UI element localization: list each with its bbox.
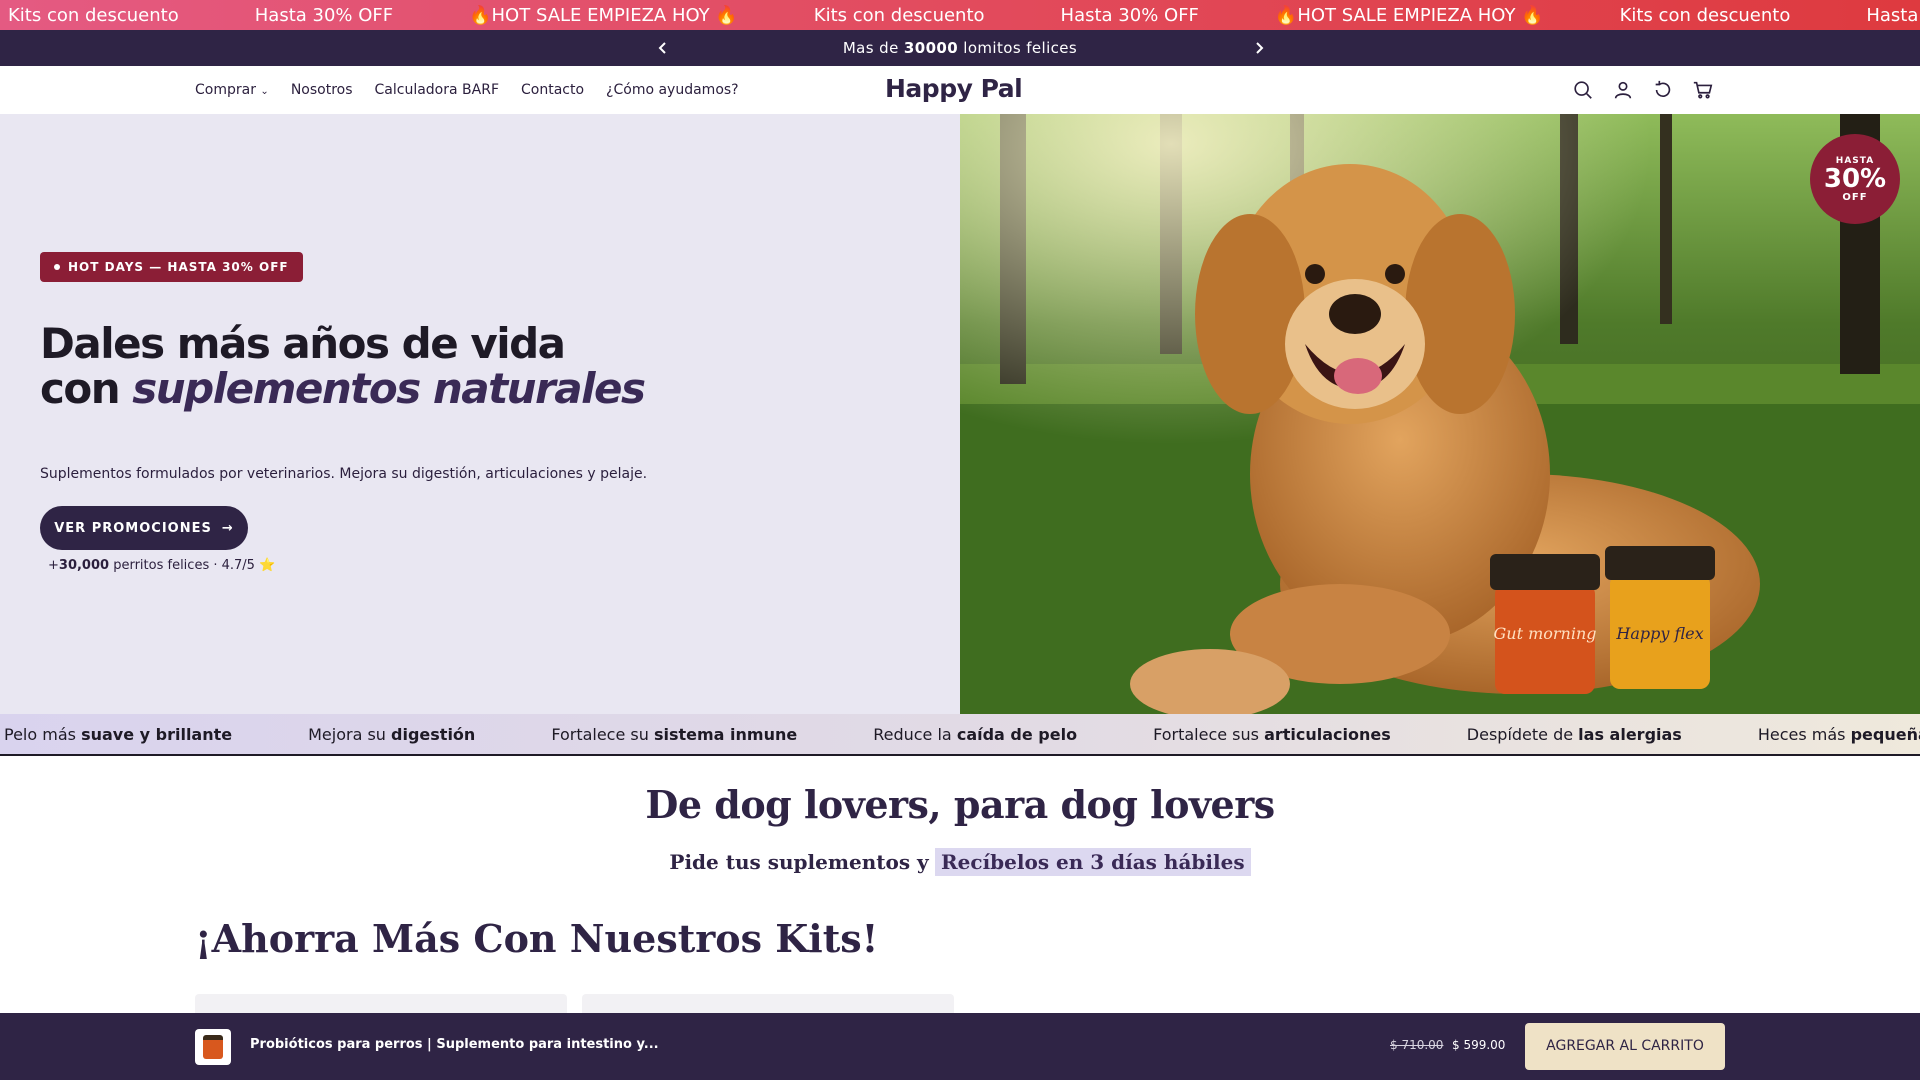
delivery-highlight: Recíbelos en 3 días hábiles xyxy=(935,848,1251,876)
ticker-item: 🔥HOT SALE EMPIEZA HOY 🔥 xyxy=(1274,4,1544,26)
nav-contacto[interactable]: Contacto xyxy=(521,82,584,98)
benefit-item: Despídete de las alergias xyxy=(1466,724,1682,744)
brand-logo[interactable]: Happy Pal xyxy=(885,74,1023,103)
ticker-item: Hasta 30% OFF xyxy=(1060,4,1199,26)
account-icon[interactable] xyxy=(1610,76,1636,104)
hero-heading-line1: Dales más años de vida xyxy=(40,319,566,368)
benefit-item: Fortalece su sistema inmune xyxy=(551,724,798,744)
jar-icon xyxy=(203,1035,223,1059)
benefit-item: Reduce la caída de pelo xyxy=(873,724,1078,744)
benefits-track: Pelo más suave y brillante Mejora su dige… xyxy=(0,714,1920,754)
ticker-track: Kits con descuento Hasta 30% OFF 🔥HOT SALE… xyxy=(0,0,1920,30)
hero-subtitle: Suplementos formulados por veterinarios.… xyxy=(40,466,648,482)
sale-badge-bottom: OFF xyxy=(1842,191,1868,203)
promo-ticker: Kits con descuento Hasta 30% OFF 🔥HOT SALE… xyxy=(0,0,1920,30)
nav-nosotros[interactable]: Nosotros xyxy=(291,82,353,98)
ticker-item: Hasta 30% OFF xyxy=(1866,4,1920,26)
gut-morning-jar: Gut morning xyxy=(1490,554,1600,694)
nav-como-ayudamos[interactable]: ¿Cómo ayudamos? xyxy=(606,82,739,98)
ticker-item: Kits con descuento xyxy=(1619,4,1791,26)
benefit-item: Mejora su digestión xyxy=(308,724,476,744)
kits-title: ¡Ahorra Más Con Nuestros Kits! xyxy=(195,916,879,961)
announcement-bar: Mas de 30000 lomitos felices xyxy=(0,30,1920,66)
section-title: De dog lovers, para dog lovers xyxy=(645,782,1275,827)
ticker-item: Hasta 30% OFF xyxy=(254,4,394,26)
hot-days-badge: HOT DAYS — HASTA 30% OFF xyxy=(40,252,303,282)
hero-text-panel xyxy=(0,114,960,714)
hero-heading: Dales más años de vida con suplementos n… xyxy=(40,319,646,413)
svg-text:Happy flex: Happy flex xyxy=(1615,624,1703,643)
reorder-icon[interactable] xyxy=(1650,76,1676,104)
announcement-text: Mas de 30000 lomitos felices xyxy=(842,39,1078,57)
ticker-item: 🔥HOT SALE EMPIEZA HOY 🔥 xyxy=(469,4,738,26)
ticker-item: Kits con descuento xyxy=(813,4,985,26)
hero-image: Gut morning Happy flex xyxy=(960,114,1920,714)
section-subtitle: Pide tus suplementos y Recíbelos en 3 dí… xyxy=(0,848,1920,876)
hero-heading-line2: con suplementos naturales xyxy=(40,363,646,413)
old-price: $ 710.00 xyxy=(1390,1038,1444,1052)
site-header: Comprar ⌄ Nosotros Calculadora BARF Cont… xyxy=(0,66,1920,114)
benefit-item: Heces más pequeñas y firmes xyxy=(1757,724,1920,744)
product-name: Probióticos para perros | Suplemento par… xyxy=(250,1037,659,1052)
ticker-item: Kits con descuento xyxy=(8,4,179,26)
sale-badge-percent: 30% xyxy=(1823,163,1887,194)
sticky-add-to-cart-bar: Probióticos para perros | Suplemento par… xyxy=(0,1013,1920,1080)
cta-label: VER PROMOCIONES xyxy=(54,520,212,536)
arrow-right-icon: → xyxy=(221,520,234,536)
benefits-strip: Pelo más suave y brillante Mejora su dige… xyxy=(0,714,1920,756)
main-nav: Comprar ⌄ Nosotros Calculadora BARF Cont… xyxy=(195,66,739,114)
product-thumbnail xyxy=(195,1029,231,1065)
chevron-down-icon: ⌄ xyxy=(260,86,269,97)
kit-card[interactable] xyxy=(195,994,567,1014)
badge-dot-icon xyxy=(54,264,60,270)
cart-icon[interactable] xyxy=(1690,76,1716,104)
dog-in-park-image: Gut morning Happy flex xyxy=(960,114,1920,714)
new-price: $ 599.00 xyxy=(1452,1038,1506,1052)
nav-comprar[interactable]: Comprar ⌄ xyxy=(195,82,269,98)
chevron-right-icon[interactable] xyxy=(1244,30,1274,66)
badge-label: HOT DAYS — HASTA 30% OFF xyxy=(68,260,289,274)
happy-flex-jar: Happy flex xyxy=(1605,546,1715,689)
ver-promociones-button[interactable]: VER PROMOCIONES → xyxy=(40,506,248,550)
benefit-item: Fortalece sus articulaciones xyxy=(1153,724,1391,744)
kit-card[interactable] xyxy=(582,994,954,1014)
benefit-item: Pelo más suave y brillante xyxy=(4,724,233,744)
svg-text:Gut morning: Gut morning xyxy=(1493,624,1596,643)
chevron-left-icon[interactable] xyxy=(648,30,678,66)
search-icon[interactable] xyxy=(1570,76,1596,104)
nav-calculadora-barf[interactable]: Calculadora BARF xyxy=(375,82,499,98)
add-to-cart-button[interactable]: AGREGAR AL CARRITO xyxy=(1525,1023,1725,1070)
sale-badge: HASTA 30% OFF xyxy=(1810,134,1900,224)
social-proof: +30,000 perritos felices · 4.7/5 ⭐ xyxy=(48,558,276,573)
header-icons xyxy=(1570,76,1716,104)
